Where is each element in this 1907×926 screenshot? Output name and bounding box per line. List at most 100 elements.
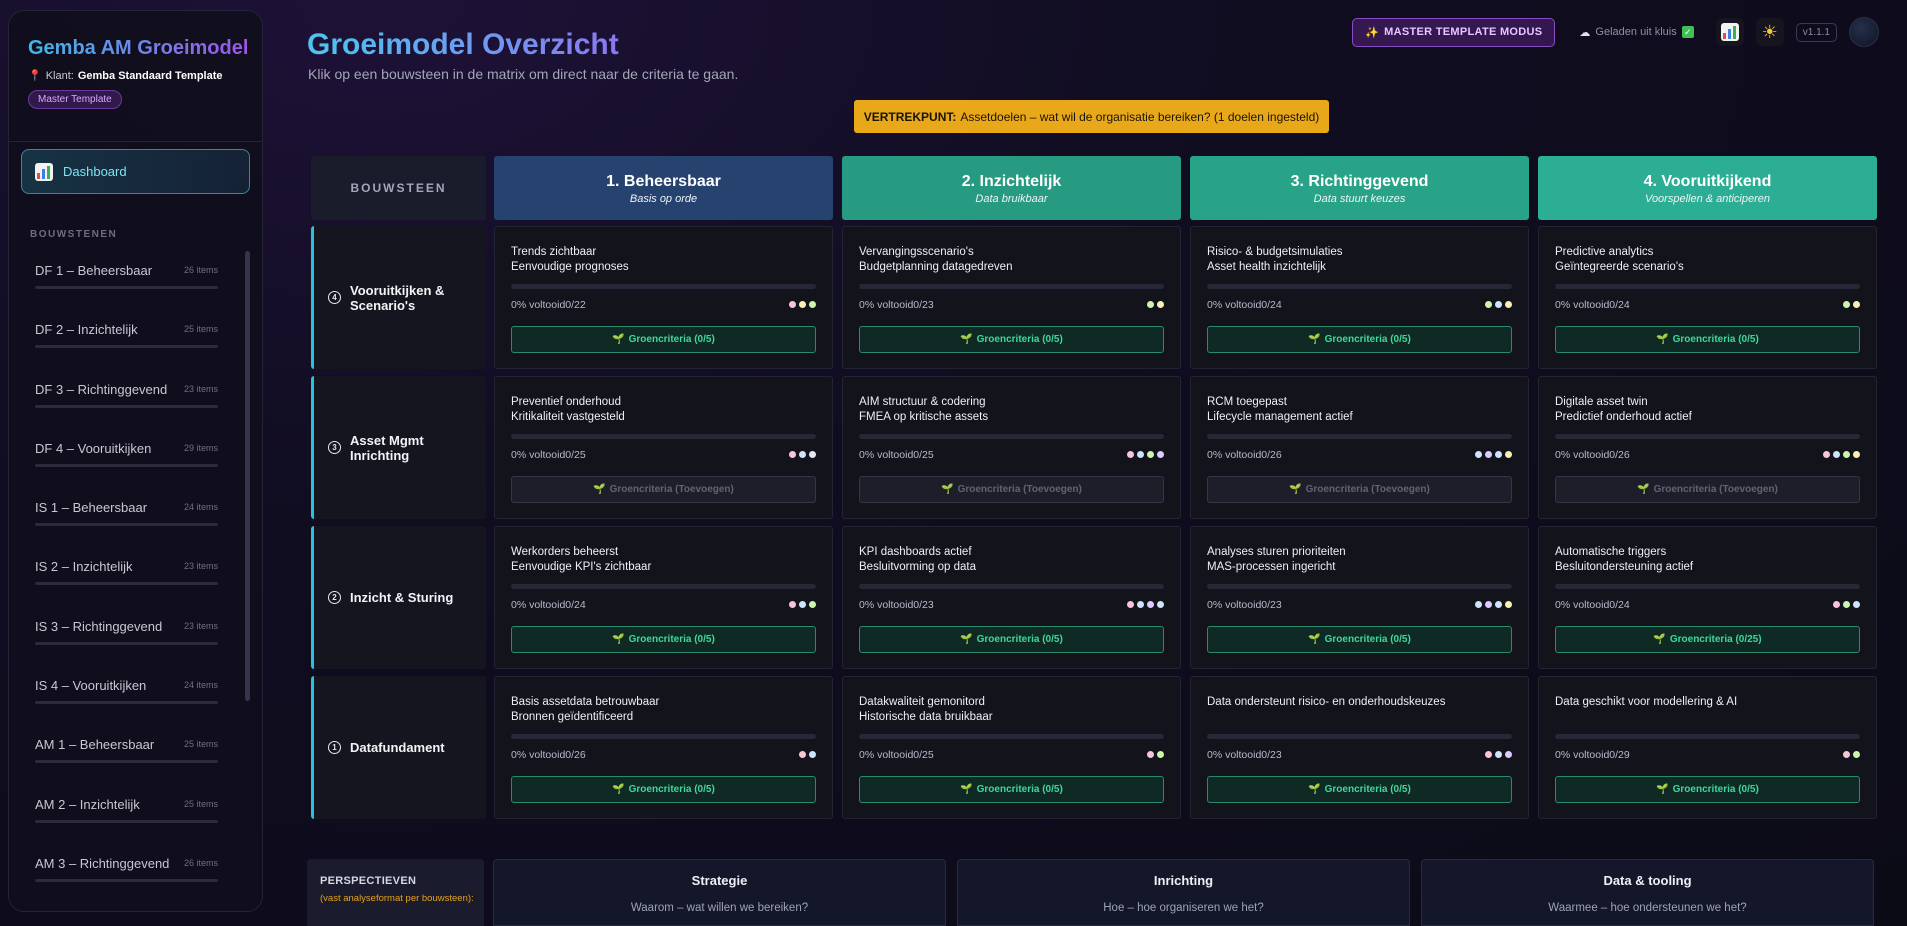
block-item-count: 23 items <box>183 620 218 631</box>
criteria-button[interactable]: 🌱 Groencriteria (0/5) <box>1207 326 1512 353</box>
sidebar-scrollbar[interactable] <box>245 251 250 701</box>
perspective-card[interactable]: Strategie Waarom – wat willen we bereiken… <box>493 859 946 926</box>
sidebar-block-item[interactable]: IS 4 – Vooruitkijken 24 items <box>21 662 236 721</box>
block-item-progress-bar <box>35 463 218 467</box>
matrix-cell[interactable]: RCM toegepast Lifecycle management actief… <box>1190 376 1529 519</box>
criteria-button[interactable]: 🌱 Groencriteria (0/5) <box>859 626 1164 653</box>
template-badge: Master Template <box>28 90 122 109</box>
matrix-cell[interactable]: Data ondersteunt risico- en onderhoudske… <box>1190 676 1529 819</box>
nav-dashboard[interactable]: Dashboard <box>21 149 250 194</box>
cell-progress: 0% voltooid0/24 <box>1555 599 1630 611</box>
criteria-label: Groencriteria (0/5) <box>628 784 715 795</box>
start-banner[interactable]: VERTREKPUNT: Assetdoelen – wat wil de or… <box>854 100 1329 133</box>
sprout-icon: 🌱 <box>1289 484 1302 495</box>
cell-progress: 0% voltooid0/23 <box>1207 749 1282 761</box>
matrix-cell[interactable]: Predictive analytics Geïntegreerde scenar… <box>1538 226 1877 369</box>
matrix-cell[interactable]: Data geschikt voor modellering & AI 0% vo… <box>1538 676 1877 819</box>
sprout-icon: 🌱 <box>960 334 973 345</box>
criteria-button[interactable]: 🌱 Groencriteria (0/5) <box>511 326 816 353</box>
sprout-icon: 🌱 <box>960 634 973 645</box>
block-item-progress-bar <box>35 878 218 882</box>
theme-toggle-button[interactable]: ☀ <box>1755 18 1784 46</box>
matrix-corner-label: BOUWSTEEN <box>311 156 486 220</box>
row-header[interactable]: 2 Inzicht & Sturing <box>311 526 486 669</box>
criteria-button[interactable]: 🌱 Groencriteria (0/5) <box>859 326 1164 353</box>
cell-count: 0/23 <box>913 299 934 311</box>
cell-progress-bar <box>1207 284 1512 289</box>
matrix-cell[interactable]: Automatische triggers Besluitondersteunin… <box>1538 526 1877 669</box>
status-dot <box>1853 301 1860 308</box>
sprout-icon: 🌱 <box>1308 334 1321 345</box>
matrix-cell[interactable]: Vervangingsscenario's Budgetplanning data… <box>842 226 1181 369</box>
status-dot <box>799 301 806 308</box>
cell-line-2: Geïntegreerde scenario's <box>1555 261 1684 273</box>
sidebar-block-item[interactable]: IS 1 – Beheersbaar 24 items <box>21 484 236 543</box>
matrix-cell[interactable]: Analyses sturen prioriteiten MAS-processe… <box>1190 526 1529 669</box>
criteria-button[interactable]: 🌱 Groencriteria (0/25) <box>1555 626 1860 653</box>
row-number: 1 <box>328 741 341 754</box>
column-header[interactable]: 4. Vooruitkijkend Voorspellen & anticiper… <box>1538 156 1877 220</box>
criteria-button[interactable]: 🌱 Groencriteria (0/5) <box>1555 776 1860 803</box>
matrix-cell[interactable]: Trends zichtbaar Eenvoudige prognoses 0% v… <box>494 226 833 369</box>
cell-line-1: Datakwaliteit gemonitord <box>859 696 985 708</box>
column-subtitle: Data stuurt keuzes <box>1313 193 1406 205</box>
matrix-cell[interactable]: AIM structuur & codering FMEA op kritisch… <box>842 376 1181 519</box>
criteria-label: Groencriteria (0/25) <box>1669 634 1762 645</box>
sidebar-block-item[interactable]: AM 2 – Inzichtelijk 25 items <box>21 781 236 840</box>
avatar[interactable] <box>1849 17 1879 47</box>
matrix-cell[interactable]: Basis assetdata betrouwbaar Bronnen geïde… <box>494 676 833 819</box>
sidebar-block-item[interactable]: IS 3 – Richtinggevend 23 items <box>21 603 236 662</box>
matrix-cell[interactable]: Risico- & budgetsimulaties Asset health i… <box>1190 226 1529 369</box>
cell-progress: 0% voltooid0/24 <box>1555 299 1630 311</box>
sidebar-block-item[interactable]: DF 4 – Vooruitkijken 29 items <box>21 425 236 484</box>
cell-count: 0/23 <box>913 599 934 611</box>
status-dot <box>1495 601 1502 608</box>
criteria-button[interactable]: 🌱 Groencriteria (0/5) <box>511 776 816 803</box>
cell-line-2: FMEA op kritische assets <box>859 411 989 423</box>
column-header[interactable]: 2. Inzichtelijk Data bruikbaar <box>842 156 1181 220</box>
criteria-label: Groencriteria (0/5) <box>628 334 715 345</box>
criteria-button[interactable]: 🌱 Groencriteria (0/5) <box>1207 626 1512 653</box>
perspective-card[interactable]: Inrichting Hoe – hoe organiseren we het? <box>957 859 1410 926</box>
column-header[interactable]: 3. Richtinggevend Data stuurt keuzes <box>1190 156 1529 220</box>
sidebar-divider <box>9 141 262 142</box>
sidebar-block-item[interactable]: DF 3 – Richtinggevend 23 items <box>21 366 236 425</box>
matrix-cell[interactable]: Werkorders beheerst Eenvoudige KPI's zich… <box>494 526 833 669</box>
matrix-cell[interactable]: KPI dashboards actief Besluitvorming op d… <box>842 526 1181 669</box>
criteria-button[interactable]: 🌱 Groencriteria (0/5) <box>859 776 1164 803</box>
criteria-button[interactable]: 🌱 Groencriteria (Toevoegen) <box>1207 476 1512 503</box>
sidebar-block-item[interactable]: DF 2 – Inzichtelijk 25 items <box>21 306 236 365</box>
status-dot <box>809 451 816 458</box>
column-subtitle: Data bruikbaar <box>975 193 1048 205</box>
cell-progress-text: 0% voltooid <box>511 599 566 611</box>
criteria-button[interactable]: 🌱 Groencriteria (Toevoegen) <box>1555 476 1860 503</box>
criteria-button[interactable]: 🌱 Groencriteria (0/5) <box>511 626 816 653</box>
block-item-progress-bar <box>35 819 218 823</box>
status-dot <box>1505 301 1512 308</box>
row-number: 4 <box>328 291 341 304</box>
sidebar-block-item[interactable]: IS 2 – Inzichtelijk 23 items <box>21 543 236 602</box>
cell-line-1: AIM structuur & codering <box>859 396 986 408</box>
row-header[interactable]: 4 Vooruitkijken & Scenario's <box>311 226 486 369</box>
dashboard-button[interactable] <box>1715 18 1744 46</box>
sidebar-block-item[interactable]: AM 1 – Beheersbaar 25 items <box>21 721 236 780</box>
cell-progress-bar <box>511 584 816 589</box>
cell-progress-text: 0% voltooid <box>511 449 566 461</box>
row-header[interactable]: 3 Asset Mgmt Inrichting <box>311 376 486 519</box>
criteria-button[interactable]: 🌱 Groencriteria (0/5) <box>1207 776 1512 803</box>
matrix-cell[interactable]: Digitale asset twin Predictief onderhoud … <box>1538 376 1877 519</box>
sidebar-block-item[interactable]: DF 1 – Beheersbaar 26 items <box>21 247 236 306</box>
master-mode-button[interactable]: ✨ MASTER TEMPLATE MODUS <box>1352 17 1556 47</box>
criteria-button[interactable]: 🌱 Groencriteria (0/5) <box>1555 326 1860 353</box>
sidebar-block-item[interactable]: AM 3 – Richtinggevend 26 items <box>21 840 236 899</box>
master-mode-label: MASTER TEMPLATE MODUS <box>1384 26 1543 38</box>
matrix-cell[interactable]: Datakwaliteit gemonitord Historische data… <box>842 676 1181 819</box>
status-dots <box>1147 751 1164 758</box>
criteria-button[interactable]: 🌱 Groencriteria (Toevoegen) <box>511 476 816 503</box>
matrix-cell[interactable]: Preventief onderhoud Kritikaliteit vastge… <box>494 376 833 519</box>
row-header[interactable]: 1 Datafundament <box>311 676 486 819</box>
status-dots <box>1843 301 1860 308</box>
perspective-card[interactable]: Data & tooling Waarmee – hoe ondersteunen… <box>1421 859 1874 926</box>
column-header[interactable]: 1. Beheersbaar Basis op orde <box>494 156 833 220</box>
criteria-button[interactable]: 🌱 Groencriteria (Toevoegen) <box>859 476 1164 503</box>
